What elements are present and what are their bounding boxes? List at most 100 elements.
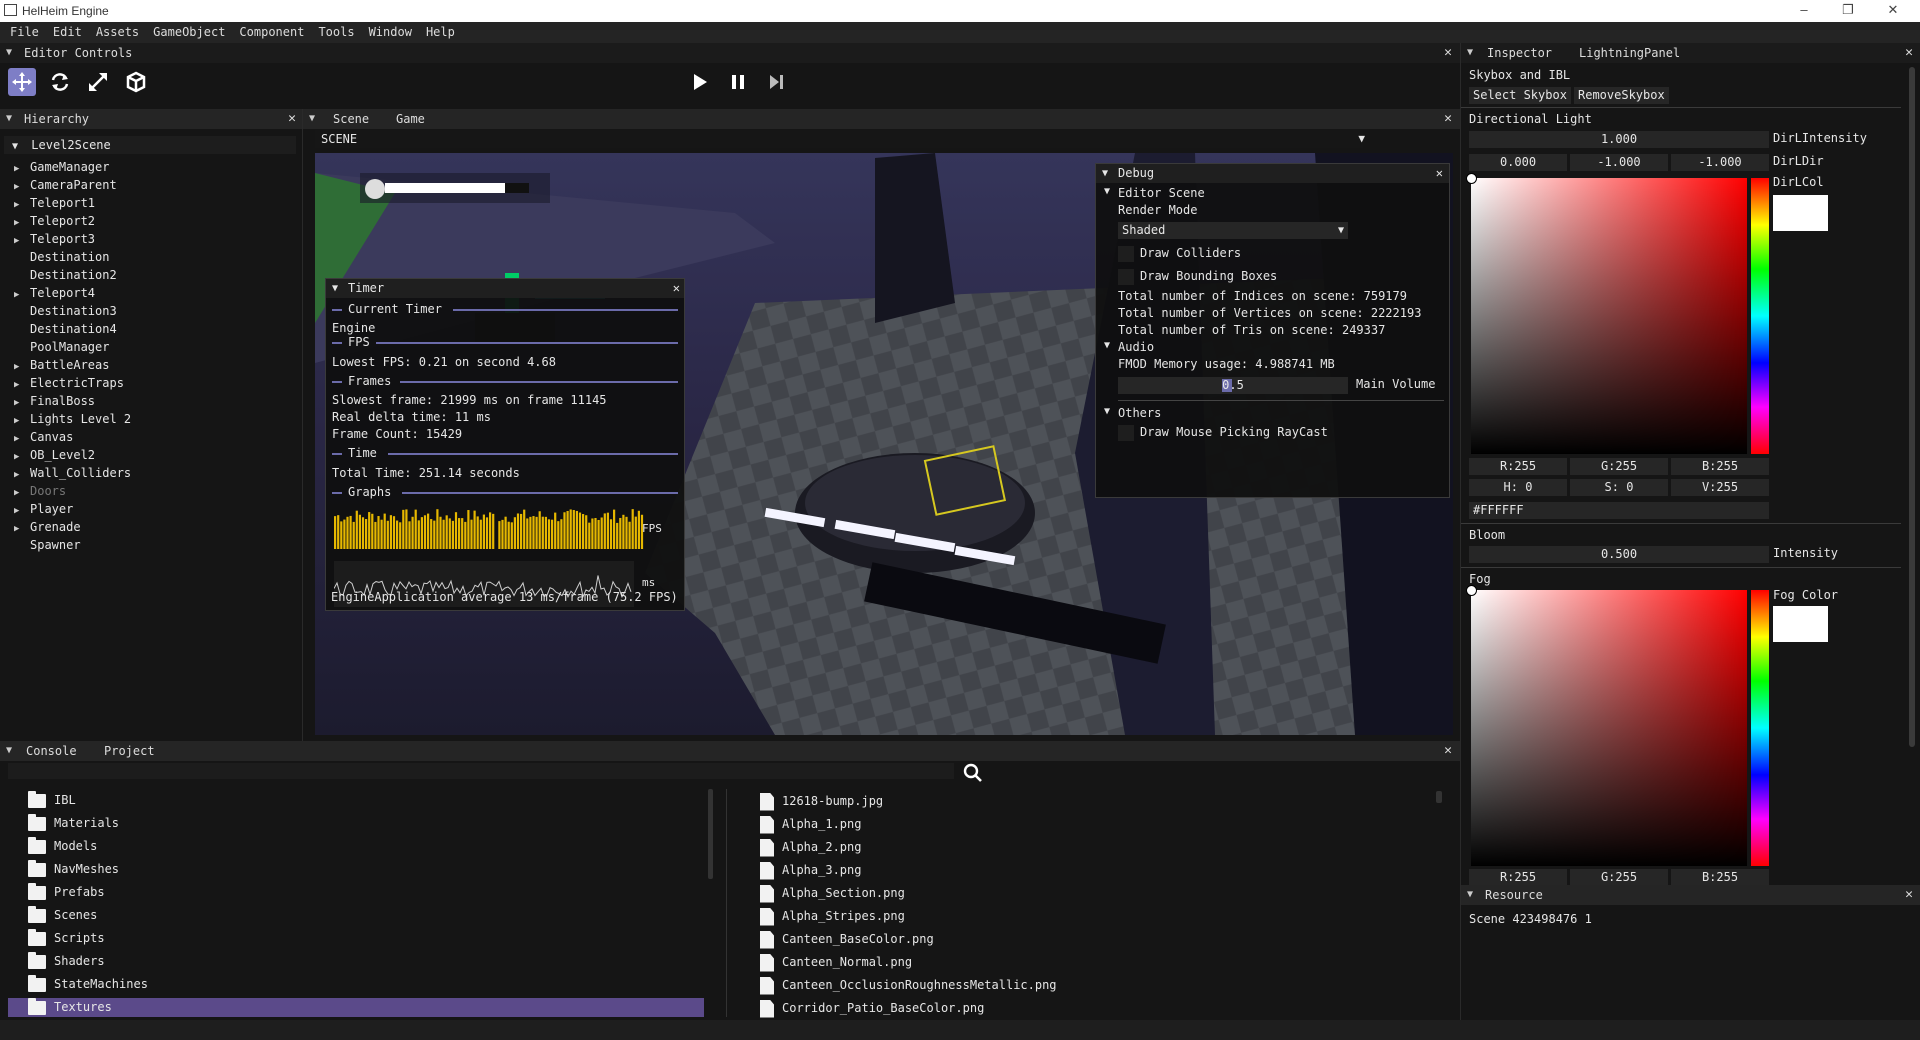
close-window-button[interactable]: ✕ [1873, 1, 1913, 21]
close-icon[interactable]: ✕ [673, 279, 680, 298]
folder-item[interactable]: StateMachines [8, 974, 704, 994]
hierarchy-item[interactable]: ▶ BattleAreas [14, 356, 109, 374]
menu-help[interactable]: Help [419, 22, 462, 43]
r-field[interactable]: R:255 [1469, 458, 1567, 475]
draw-bboxes-checkbox[interactable] [1118, 269, 1134, 285]
menu-assets[interactable]: Assets [89, 22, 146, 43]
expand-icon[interactable]: ▼ [1104, 340, 1110, 351]
b-field[interactable]: B:255 [1671, 458, 1769, 475]
tab-game[interactable]: Game [396, 109, 425, 129]
hierarchy-item[interactable]: ▶ Doors [14, 482, 66, 500]
expand-icon[interactable]: ▼ [1104, 406, 1110, 417]
collapse-icon[interactable]: ▼ [1467, 885, 1473, 905]
hierarchy-item[interactable]: Destination [14, 248, 109, 266]
close-icon[interactable]: ✕ [1440, 741, 1456, 761]
hierarchy-item[interactable]: PoolManager [14, 338, 109, 356]
object-tool-button[interactable] [122, 68, 150, 96]
hierarchy-item[interactable]: ▶ Teleport4 [14, 284, 95, 302]
folder-item[interactable]: Materials [8, 813, 704, 833]
hierarchy-item[interactable]: ▶ Teleport2 [14, 212, 95, 230]
hierarchy-item[interactable]: Spawner [14, 536, 81, 554]
menu-file[interactable]: File [0, 22, 46, 43]
dir-hue-bar[interactable] [1751, 178, 1769, 454]
raycast-checkbox[interactable] [1118, 425, 1134, 441]
rotate-tool-button[interactable] [46, 68, 74, 96]
hierarchy-item[interactable]: ▶ Canvas [14, 428, 73, 446]
file-item[interactable]: Alpha_Section.png [760, 884, 905, 903]
tab-inspector[interactable]: Inspector [1487, 43, 1552, 63]
hierarchy-item[interactable]: Destination4 [14, 320, 117, 338]
hierarchy-item[interactable]: ▶ Teleport1 [14, 194, 95, 212]
close-icon[interactable]: ✕ [1440, 109, 1456, 129]
search-icon[interactable] [963, 763, 983, 783]
dir-z-field[interactable]: -1.000 [1671, 154, 1769, 171]
scale-tool-button[interactable] [84, 68, 112, 96]
file-item[interactable]: Canteen_Normal.png [760, 953, 912, 972]
hierarchy-item[interactable]: ▶ Lights Level 2 [14, 410, 131, 428]
file-item[interactable]: Alpha_1.png [760, 815, 861, 834]
inspector-scrollbar[interactable] [1909, 67, 1915, 747]
file-scrollbar[interactable] [1436, 791, 1442, 803]
hex-field[interactable]: #FFFFFF [1469, 502, 1769, 519]
folder-item[interactable]: Shaders [8, 951, 704, 971]
tab-project[interactable]: Project [104, 741, 155, 761]
close-icon[interactable]: ✕ [1901, 43, 1917, 63]
maximize-button[interactable]: ❐ [1828, 1, 1868, 21]
file-item[interactable]: Alpha_3.png [760, 861, 861, 880]
hierarchy-item[interactable]: Destination2 [14, 266, 117, 284]
folder-item[interactable]: IBL [8, 790, 704, 810]
file-item[interactable]: Alpha_Stripes.png [760, 907, 905, 926]
menu-edit[interactable]: Edit [46, 22, 89, 43]
collapse-icon[interactable]: ▼ [6, 741, 12, 761]
fog-hue-bar[interactable] [1751, 590, 1769, 866]
hierarchy-item[interactable]: ▶ Teleport3 [14, 230, 95, 248]
fog-r-field[interactable]: R:255 [1469, 869, 1567, 886]
g-field[interactable]: G:255 [1570, 458, 1668, 475]
menu-tools[interactable]: Tools [311, 22, 361, 43]
scene-dropdown[interactable]: SCENE ▼ [315, 130, 1365, 148]
color-picker-cursor[interactable] [1466, 173, 1477, 184]
tab-scene[interactable]: Scene [333, 109, 369, 129]
v-field[interactable]: V:255 [1671, 479, 1769, 496]
h-field[interactable]: H: 0 [1469, 479, 1567, 496]
dir-color-picker[interactable] [1471, 178, 1747, 454]
move-tool-button[interactable] [8, 68, 36, 96]
close-icon[interactable]: ✕ [1440, 43, 1456, 63]
select-skybox-button[interactable]: Select Skybox [1469, 87, 1571, 104]
menu-window[interactable]: Window [362, 22, 419, 43]
search-input[interactable] [8, 763, 954, 779]
file-item[interactable]: Canteen_BaseColor.png [760, 930, 934, 949]
render-mode-select[interactable]: Shaded ▼ [1118, 222, 1348, 239]
collapse-icon[interactable]: ▼ [6, 43, 12, 63]
collapse-icon[interactable]: ▼ [309, 109, 315, 129]
folder-scrollbar[interactable] [708, 789, 713, 879]
collapse-icon[interactable]: ▼ [332, 279, 338, 298]
dir-x-field[interactable]: 0.000 [1469, 154, 1567, 171]
others-heading[interactable]: Others [1118, 406, 1161, 420]
play-button[interactable] [686, 68, 714, 96]
s-field[interactable]: S: 0 [1570, 479, 1668, 496]
dir-intensity-field[interactable]: 1.000 [1469, 131, 1769, 148]
pause-button[interactable] [724, 68, 752, 96]
hierarchy-item[interactable]: ▶ FinalBoss [14, 392, 95, 410]
menu-gameobject[interactable]: GameObject [146, 22, 232, 43]
file-item[interactable]: Alpha_2.png [760, 838, 861, 857]
bloom-intensity-field[interactable]: 0.500 [1469, 546, 1769, 563]
folder-item[interactable]: Textures [8, 997, 704, 1017]
main-volume-slider[interactable]: 0.5 [1118, 377, 1348, 394]
close-icon[interactable]: ✕ [284, 109, 300, 129]
tab-lightning-panel[interactable]: LightningPanel [1579, 43, 1680, 63]
folder-item[interactable]: NavMeshes [8, 859, 704, 879]
close-icon[interactable]: ✕ [1901, 885, 1917, 905]
hierarchy-item[interactable]: ▶ GameManager [14, 158, 109, 176]
dir-y-field[interactable]: -1.000 [1570, 154, 1668, 171]
file-item[interactable]: 12618-bump.jpg [760, 792, 883, 811]
hierarchy-root[interactable]: ▼ Level2Scene [4, 136, 296, 154]
hierarchy-item[interactable]: ▶ ElectricTraps [14, 374, 124, 392]
minimize-button[interactable]: – [1784, 1, 1824, 21]
collapse-icon[interactable]: ▼ [6, 109, 12, 129]
fog-b-field[interactable]: B:255 [1671, 869, 1769, 886]
fog-color-swatch[interactable] [1773, 606, 1828, 642]
close-icon[interactable]: ✕ [1436, 164, 1443, 183]
hierarchy-item[interactable]: ▶ Player [14, 500, 73, 518]
